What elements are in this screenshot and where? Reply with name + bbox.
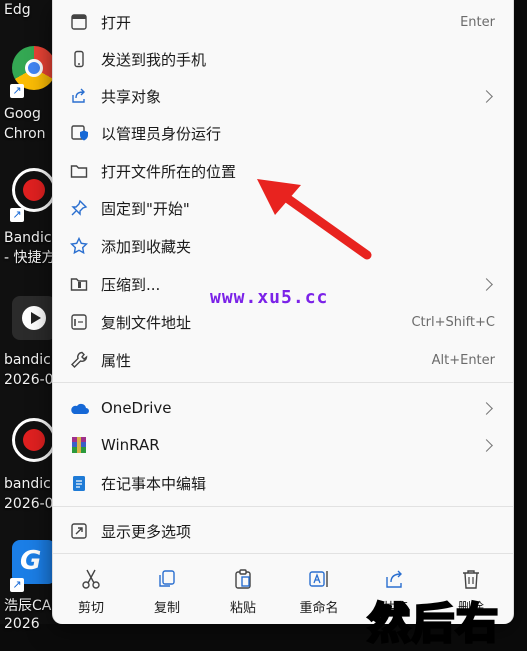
menu-item-winrar[interactable]: WinRAR	[61, 427, 505, 463]
chevron-right-icon	[480, 438, 493, 452]
menu-separator	[53, 382, 513, 383]
menu-item-send-to-phone[interactable]: 发送到我的手机	[61, 41, 505, 77]
onedrive-icon	[69, 398, 89, 418]
delete-icon	[463, 570, 479, 589]
paste-icon	[235, 569, 251, 589]
paste-button[interactable]: 粘贴	[205, 558, 281, 624]
menu-item-show-more-options[interactable]: 显示更多选项	[61, 513, 505, 549]
desktop-label-edge: Edg	[4, 2, 31, 18]
context-menu: 打开 Enter 发送到我的手机 共享对象 以管理员身份运行 打开文件所在的位置…	[52, 0, 514, 624]
red-annotation-arrow-icon	[257, 179, 372, 260]
pin-icon	[69, 198, 89, 218]
desktop-label-gstarcad-2: 2026	[4, 616, 40, 632]
chevron-right-icon	[480, 89, 493, 103]
menu-item-copy-as-path[interactable]: 复制文件地址 Ctrl+Shift+C	[61, 304, 505, 340]
desktop-label-gstarcad: 浩辰CA	[4, 598, 52, 614]
share-icon	[69, 86, 89, 106]
more-options-icon	[69, 521, 89, 541]
menu-item-run-as-admin[interactable]: 以管理员身份运行	[61, 115, 505, 151]
desktop-label-chrome-2: Chron	[4, 126, 46, 142]
bandicam-icon[interactable]	[12, 168, 56, 212]
notepad-icon	[69, 473, 89, 493]
menu-item-properties[interactable]: 属性 Alt+Enter	[61, 342, 505, 378]
shortcut-arrow-icon: ↗	[10, 578, 24, 592]
rename-button[interactable]: 重命名	[281, 558, 357, 624]
shortcut-arrow-icon: ↗	[10, 208, 24, 222]
copy-path-icon	[69, 312, 89, 332]
desktop-label-bandicam-2: - 快捷方	[4, 250, 56, 266]
desktop-label-video: bandic	[4, 352, 51, 368]
caption-subtitle: 然后右	[366, 598, 501, 650]
menu-item-onedrive[interactable]: OneDrive	[61, 390, 505, 426]
copy-button[interactable]: 复制	[129, 558, 205, 624]
chevron-right-icon	[480, 401, 493, 415]
menu-item-share-with[interactable]: 共享对象	[61, 78, 505, 114]
menu-separator	[53, 506, 513, 507]
desktop-label-bandicam: Bandic	[4, 230, 52, 246]
admin-shield-icon	[69, 123, 89, 143]
menu-item-edit-in-notepad[interactable]: 在记事本中编辑	[61, 465, 505, 501]
cut-icon	[82, 569, 100, 589]
rename-icon	[309, 571, 328, 587]
video-file-icon[interactable]	[12, 296, 56, 340]
wrench-icon	[69, 350, 89, 370]
zip-icon	[69, 274, 89, 294]
star-icon	[69, 236, 89, 256]
cut-button[interactable]: 剪切	[53, 558, 129, 624]
share-icon	[386, 570, 402, 588]
menu-separator	[53, 553, 513, 554]
desktop-label-bandicam-file: bandic	[4, 476, 51, 492]
copy-icon	[159, 570, 175, 587]
bandicam-file-icon[interactable]	[12, 418, 56, 462]
menu-item-open[interactable]: 打开 Enter	[61, 4, 505, 40]
open-icon	[69, 12, 89, 32]
desktop-label-chrome: Goog	[4, 106, 41, 122]
shortcut-arrow-icon: ↗	[10, 84, 24, 98]
watermark-text: www.xu5.cc	[210, 287, 329, 308]
chevron-right-icon	[480, 277, 493, 291]
folder-icon	[69, 161, 89, 181]
phone-icon	[69, 49, 89, 69]
winrar-icon	[69, 435, 89, 455]
